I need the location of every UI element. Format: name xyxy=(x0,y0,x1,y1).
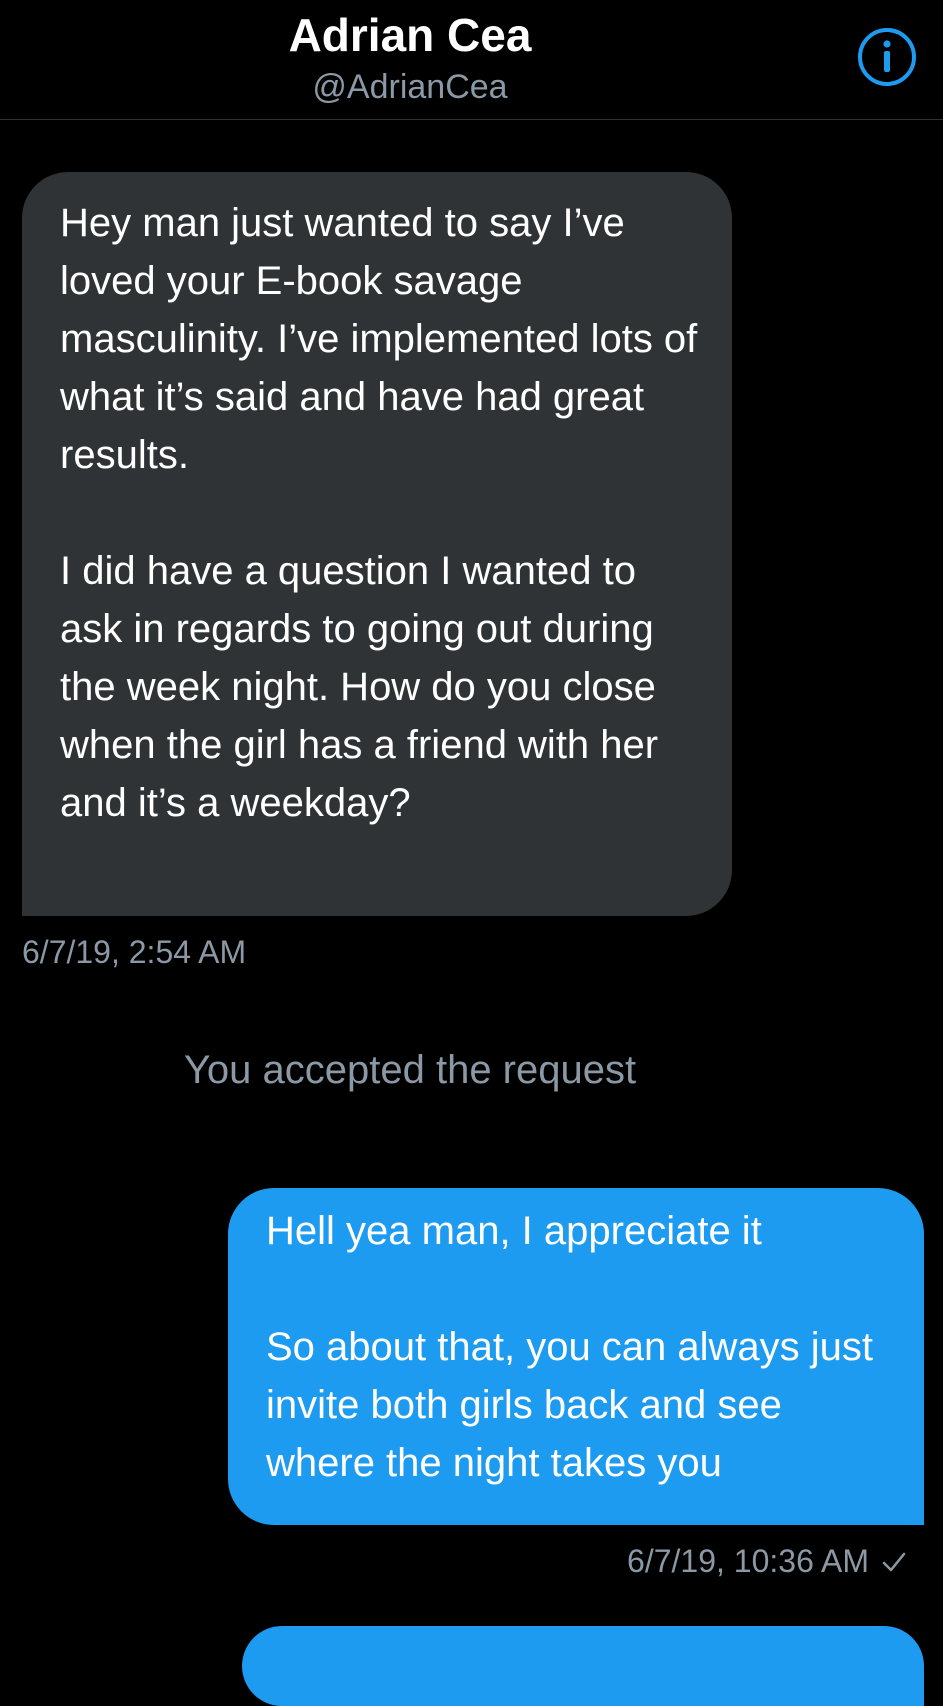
info-button[interactable] xyxy=(856,26,918,88)
conversation-header: Adrian Cea @AdrianCea xyxy=(0,0,943,120)
contact-handle: @AdrianCea xyxy=(312,68,508,106)
outgoing-message-meta: 6/7/19, 10:36 AM xyxy=(627,1543,907,1580)
info-icon xyxy=(858,28,916,86)
request-accepted-notice: You accepted the request xyxy=(183,1048,637,1092)
outgoing-message-bubble[interactable]: Hell yea man, I appreciate it So about t… xyxy=(228,1188,924,1525)
incoming-message-timestamp: 6/7/19, 2:54 AM xyxy=(22,934,247,970)
contact-name: Adrian Cea xyxy=(288,9,532,61)
outgoing-message-timestamp: 6/7/19, 10:36 AM xyxy=(627,1543,869,1579)
outgoing-message-bubble-partial[interactable] xyxy=(242,1626,924,1706)
check-icon xyxy=(882,1552,906,1571)
incoming-message-bubble[interactable]: Hey man just wanted to say I’ve loved yo… xyxy=(22,172,732,916)
